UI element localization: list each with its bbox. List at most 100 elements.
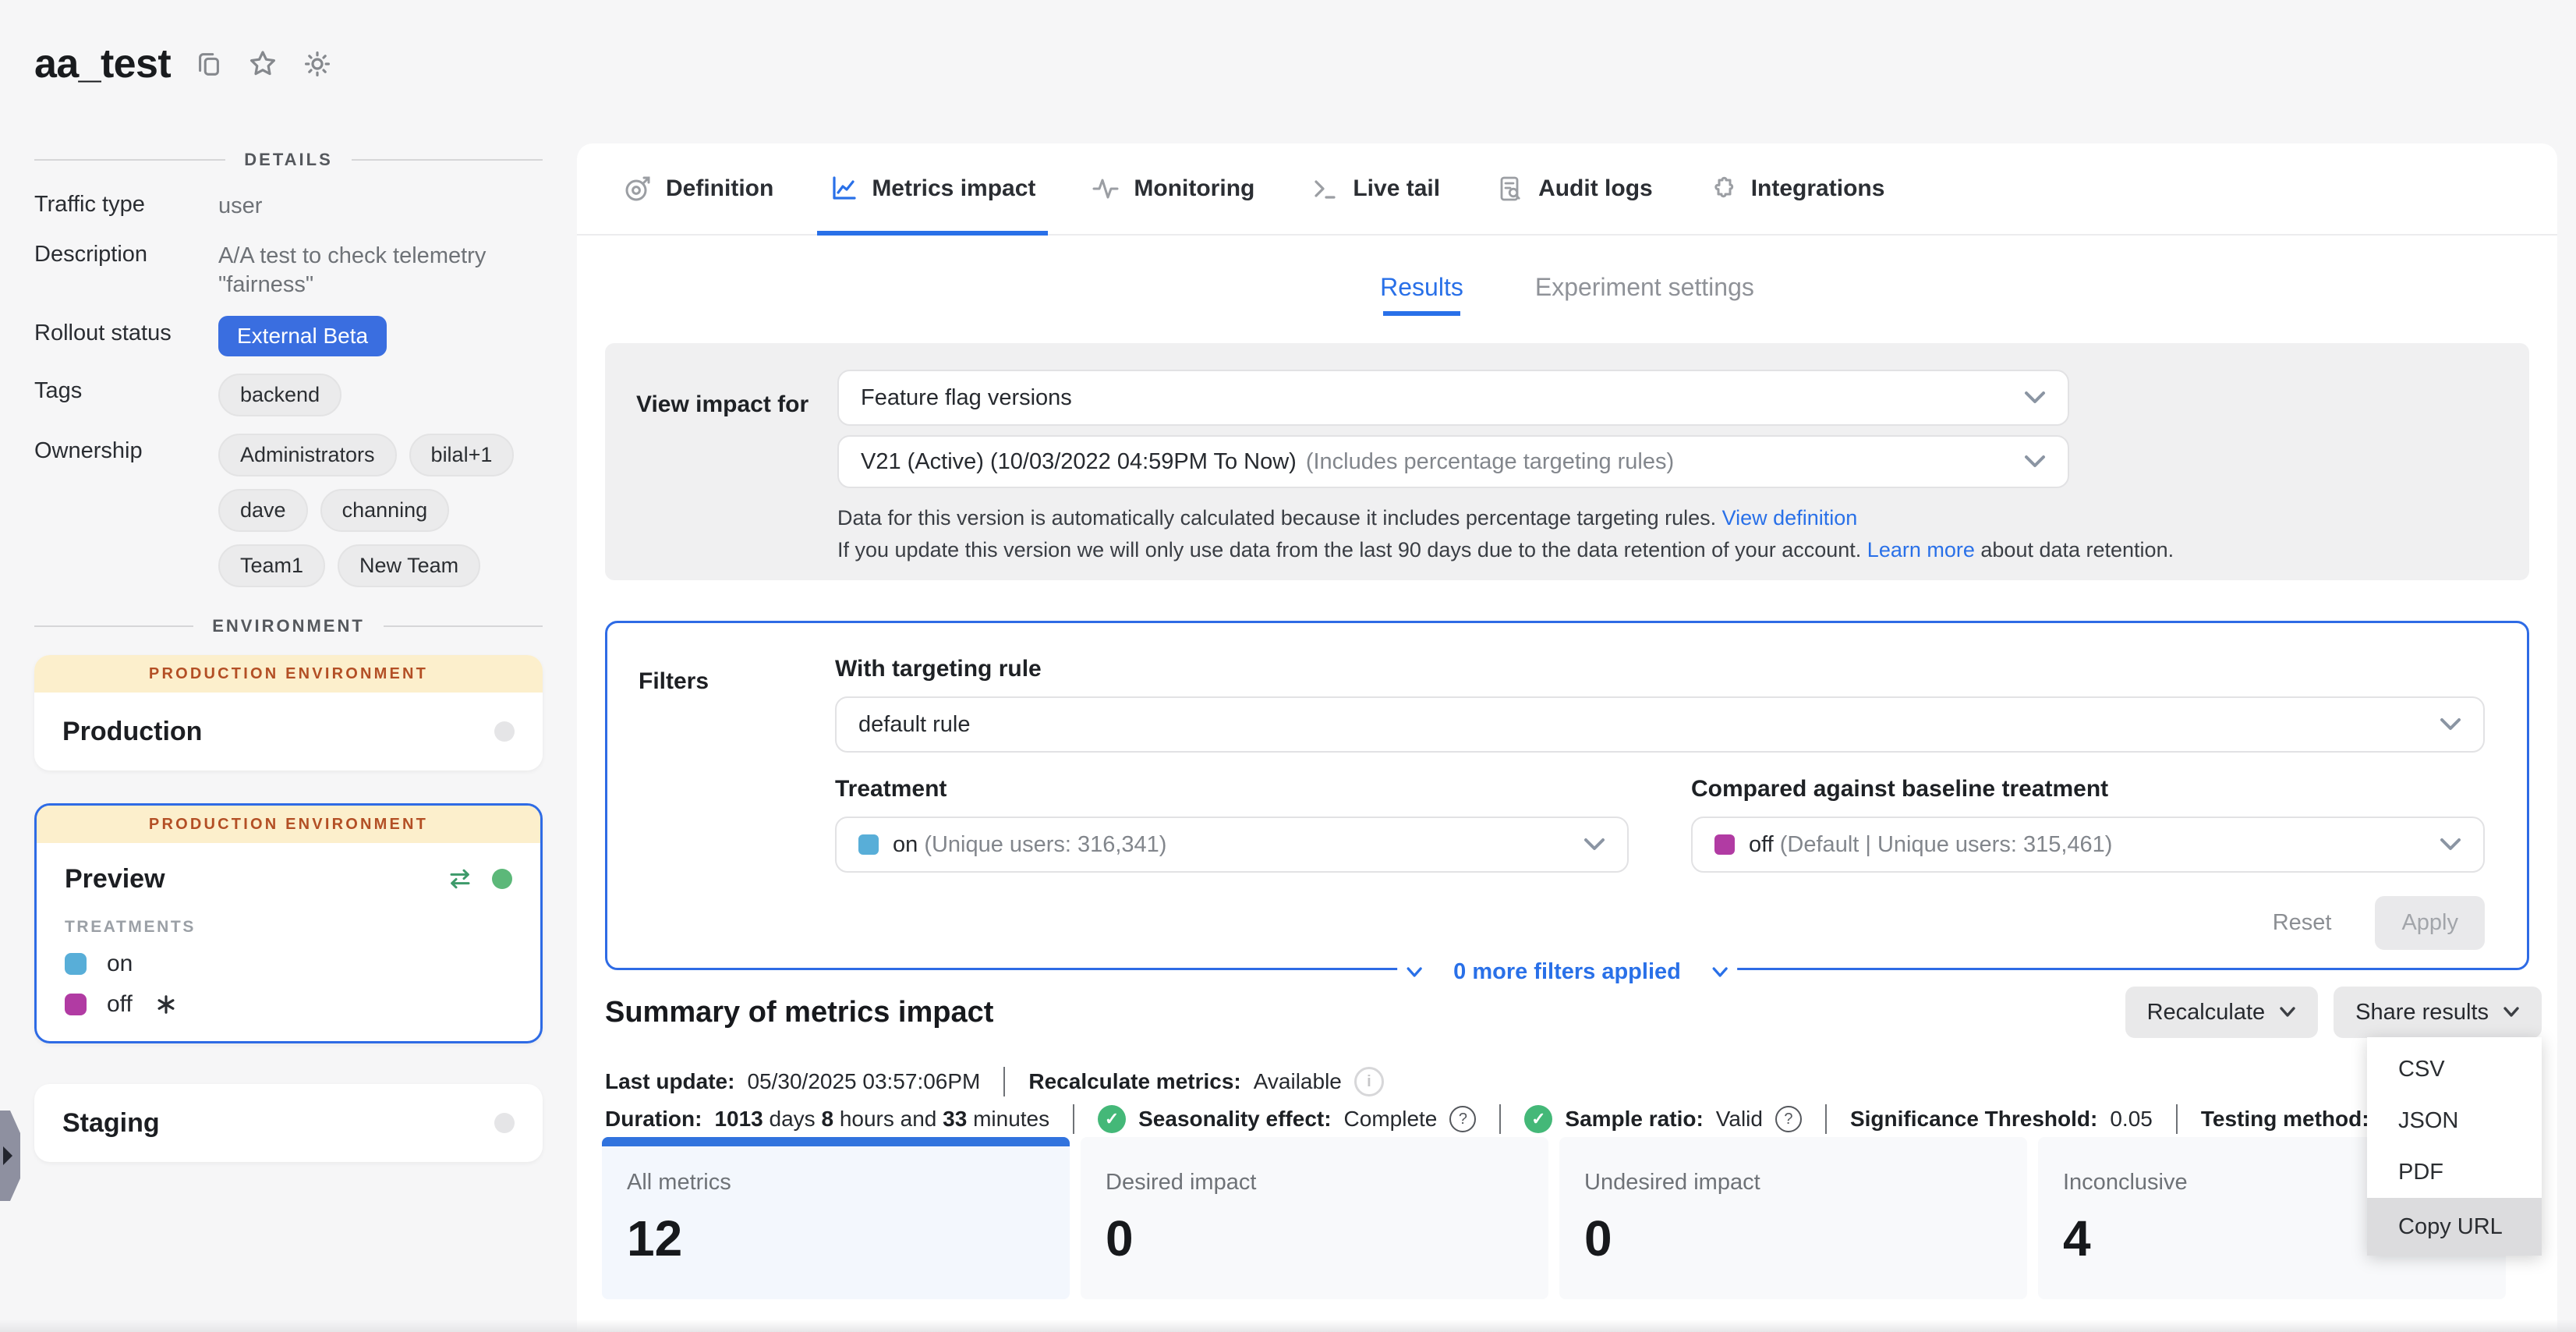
env-name-production: Production	[62, 717, 202, 747]
view-impact-label: View impact for	[636, 391, 809, 418]
details-section: Traffic type user Description A/A test t…	[34, 187, 546, 587]
env-name-preview: Preview	[65, 864, 165, 894]
owner-pill[interactable]: channing	[320, 489, 450, 532]
tab-bar: Definition Metrics impact Monitoring Liv…	[577, 143, 2557, 236]
learn-more-link[interactable]: Learn more	[1867, 538, 1975, 561]
pulse-icon	[1092, 175, 1120, 203]
owner-pill[interactable]: bilal+1	[409, 434, 515, 476]
baseline-dropdown[interactable]: off (Default | Unique users: 315,461)	[1691, 817, 2485, 873]
apply-button[interactable]: Apply	[2375, 896, 2485, 950]
owner-pill[interactable]: dave	[218, 489, 308, 532]
card-label: Desired impact	[1106, 1170, 1548, 1196]
menu-item-pdf[interactable]: PDF	[2367, 1146, 2542, 1198]
info-icon[interactable]: i	[1354, 1067, 1384, 1096]
filters-label: Filters	[639, 668, 709, 695]
recalc-metrics-label: Recalculate metrics:	[1028, 1069, 1240, 1094]
menu-item-copy-url[interactable]: Copy URL	[2367, 1198, 2542, 1256]
filters-panel: Filters With targeting rule default rule…	[605, 621, 2529, 970]
tab-monitoring[interactable]: Monitoring	[1092, 143, 1254, 234]
version-dropdown[interactable]: V21 (Active) (10/03/2022 04:59PM To Now)…	[837, 435, 2069, 488]
environment-heading: ENVIRONMENT	[212, 616, 365, 636]
seasonality-label: Seasonality effect:	[1138, 1107, 1331, 1132]
treatment-on-swatch	[65, 953, 87, 975]
treatments-heading: TREATMENTS	[65, 918, 512, 937]
subtab-experiment-settings[interactable]: Experiment settings	[1535, 273, 1754, 316]
check-circle-icon: ✓	[1524, 1105, 1552, 1133]
details-divider: DETAILS	[34, 150, 543, 170]
reset-button[interactable]: Reset	[2273, 910, 2332, 936]
tab-metrics-impact[interactable]: Metrics impact	[830, 143, 1035, 234]
chevron-down-icon	[2024, 455, 2046, 469]
page-title: aa_test	[34, 41, 171, 87]
tab-label: Integrations	[1751, 175, 1885, 202]
tab-live-tail[interactable]: Live tail	[1311, 143, 1440, 234]
env-card-preview[interactable]: PRODUCTION ENVIRONMENT Preview TREATMENT…	[34, 803, 543, 1043]
baseline-value: off	[1749, 832, 1774, 858]
share-results-menu: CSV JSON PDF Copy URL	[2367, 1037, 2542, 1256]
view-definition-link[interactable]: View definition	[1722, 506, 1858, 530]
tab-audit-logs[interactable]: Audit logs	[1496, 143, 1653, 234]
targeting-rule-dropdown[interactable]: default rule	[835, 696, 2485, 753]
sidebar-collapse-handle[interactable]	[0, 1111, 20, 1201]
description-value: A/A test to check telemetry "fairness"	[218, 237, 546, 299]
tag-pill[interactable]: backend	[218, 374, 341, 416]
share-results-label: Share results	[2355, 1000, 2489, 1026]
menu-item-csv[interactable]: CSV	[2367, 1043, 2542, 1095]
treatment-on-label: on	[107, 951, 133, 977]
baseline-info: (Default | Unique users: 315,461)	[1774, 832, 2113, 858]
environment-divider: ENVIRONMENT	[34, 616, 543, 636]
owner-pill[interactable]: Team1	[218, 544, 325, 587]
chevron-down-icon	[2024, 391, 2046, 405]
version-type-value: Feature flag versions	[861, 385, 1072, 411]
tab-label: Metrics impact	[872, 175, 1035, 202]
more-filters-toggle[interactable]: 0 more filters applied	[1397, 959, 1737, 985]
rollout-status-badge[interactable]: External Beta	[218, 316, 387, 356]
treatment-off-label: off	[107, 991, 133, 1018]
version-type-dropdown[interactable]: Feature flag versions	[837, 370, 2069, 426]
card-all-metrics[interactable]: All metrics 12	[602, 1137, 1070, 1299]
terminal-icon	[1311, 175, 1339, 203]
targeting-rule-value: default rule	[858, 712, 971, 738]
subtab-results[interactable]: Results	[1380, 273, 1463, 316]
env-card-production[interactable]: PRODUCTION ENVIRONMENT Production	[34, 655, 543, 771]
tab-label: Definition	[666, 175, 773, 202]
treatments-section: TREATMENTS on off	[37, 918, 540, 1041]
check-circle-icon: ✓	[1098, 1105, 1126, 1133]
tags-label: Tags	[34, 374, 218, 404]
recalculate-button[interactable]: Recalculate	[2125, 987, 2319, 1038]
sidebar: aa_test DETAILS Traffic type user Descri…	[0, 0, 577, 1332]
gear-icon[interactable]	[302, 48, 333, 80]
env-status-dot	[494, 721, 515, 742]
card-undesired-impact[interactable]: Undesired impact 0	[1559, 1137, 2027, 1299]
owner-pills: Administrators bilal+1 dave channing Tea…	[218, 434, 546, 587]
tab-label: Audit logs	[1538, 175, 1653, 202]
app-root: aa_test DETAILS Traffic type user Descri…	[0, 0, 2576, 1332]
copy-icon[interactable]	[194, 49, 224, 79]
chevron-right-icon	[3, 1146, 12, 1165]
chevron-down-icon	[1712, 967, 1728, 978]
target-icon	[624, 175, 652, 203]
help-icon[interactable]: ?	[1449, 1106, 1476, 1132]
tab-definition[interactable]: Definition	[624, 143, 773, 234]
treatment-off-row: off	[65, 991, 512, 1018]
results-subtabs: Results Experiment settings	[577, 236, 2557, 316]
production-environment-banner: PRODUCTION ENVIRONMENT	[34, 655, 543, 693]
owner-pill[interactable]: New Team	[338, 544, 480, 587]
line-chart-icon	[830, 175, 858, 203]
sample-ratio-value: Valid	[1716, 1107, 1763, 1132]
tab-integrations[interactable]: Integrations	[1709, 143, 1885, 234]
menu-item-json[interactable]: JSON	[2367, 1095, 2542, 1146]
duration-value: 1013 days 8 hours and 33 minutes	[714, 1107, 1049, 1132]
separator	[1073, 1104, 1074, 1134]
production-environment-banner: PRODUCTION ENVIRONMENT	[37, 806, 540, 843]
recalc-metrics-value: Available	[1254, 1069, 1342, 1094]
share-results-button[interactable]: Share results	[2334, 987, 2542, 1038]
owner-pill[interactable]: Administrators	[218, 434, 397, 476]
card-desired-impact[interactable]: Desired impact 0	[1081, 1137, 1548, 1299]
treatment-dropdown[interactable]: on (Unique users: 316,341)	[835, 817, 1629, 873]
bottom-edge	[0, 1320, 2576, 1332]
env-card-staging[interactable]: Staging	[34, 1084, 543, 1162]
star-icon[interactable]	[247, 48, 278, 80]
card-value: 0	[1106, 1210, 1548, 1267]
help-icon[interactable]: ?	[1775, 1106, 1802, 1132]
